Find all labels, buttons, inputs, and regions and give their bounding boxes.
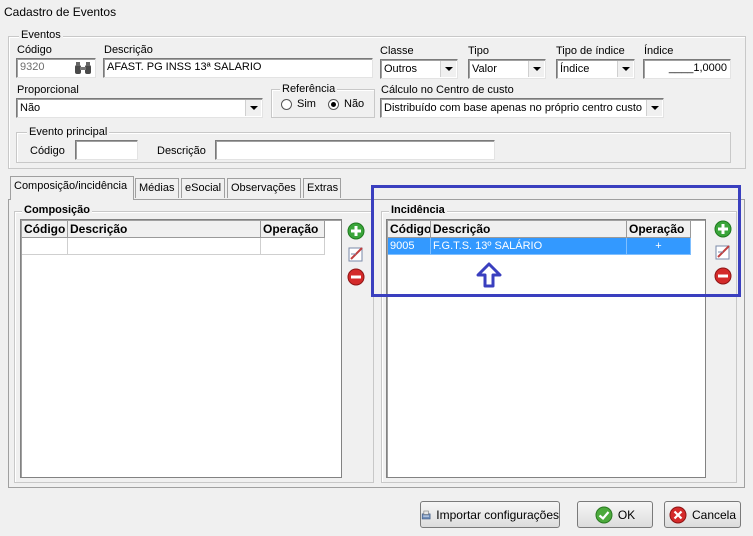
calculo-label: Cálculo no Centro de custo	[381, 84, 514, 96]
remove-icon	[347, 268, 365, 286]
incidencia-title: Incidência	[389, 204, 447, 216]
tipo-indice-value: Índice	[560, 63, 590, 75]
classe-label: Classe	[380, 45, 414, 57]
edit-icon	[348, 247, 363, 262]
tab-medias[interactable]: Médias	[135, 178, 179, 198]
chevron-down-icon	[528, 61, 544, 77]
tab-observacoes[interactable]: Observações	[227, 178, 301, 198]
tab-label: eSocial	[185, 182, 222, 194]
referencia-nao-label: Não	[344, 98, 365, 110]
tipo-indice-label: Tipo de índice	[556, 45, 625, 57]
tab-composicao-incidencia[interactable]: Composição/incidência	[10, 176, 134, 200]
add-incidencia-button[interactable]	[713, 219, 733, 239]
eventos-group-title: Eventos	[19, 29, 63, 41]
tab-label: Médias	[139, 182, 175, 194]
incidencia-grid[interactable]: Código Descrição Operação 9005 F.G.T.S. …	[386, 219, 706, 478]
incidencia-codigo-cell[interactable]: 9005	[388, 238, 431, 255]
cancela-label: Cancela	[691, 507, 737, 522]
chevron-down-icon	[245, 100, 261, 116]
ok-button[interactable]: OK	[577, 501, 653, 528]
column-header[interactable]: Descrição	[431, 221, 627, 238]
descricao-value: AFAST. PG INSS 13ª SALARIO	[107, 61, 262, 73]
remove-composicao-button[interactable]	[346, 267, 366, 287]
add-composicao-button[interactable]	[346, 221, 366, 241]
table-cell[interactable]	[68, 238, 261, 255]
check-icon	[595, 506, 613, 523]
indice-label: Índice	[644, 45, 674, 57]
classe-select[interactable]: Outros	[380, 59, 458, 79]
importar-configuracoes-button[interactable]: Importar configurações	[420, 501, 560, 528]
principal-codigo-label: Código	[30, 145, 65, 157]
composicao-grid[interactable]: Código Descrição Operação	[20, 219, 342, 478]
principal-codigo-input[interactable]	[75, 140, 138, 160]
referencia-label: Referência	[280, 83, 338, 95]
import-icon	[421, 510, 431, 519]
tab-label: Composição/incidência	[14, 180, 128, 192]
principal-descricao-label: Descrição	[157, 145, 206, 157]
column-header[interactable]: Operação	[627, 221, 691, 238]
table-cell[interactable]	[261, 238, 325, 255]
referencia-nao-radio[interactable]	[328, 99, 339, 110]
proporcional-select[interactable]: Não	[16, 98, 263, 118]
indice-value: ____1,0000	[668, 62, 727, 74]
add-icon	[347, 222, 365, 240]
cancela-button[interactable]: Cancela	[664, 501, 741, 528]
tipo-indice-select[interactable]: Índice	[556, 59, 635, 79]
chevron-down-icon	[646, 100, 662, 116]
tab-esocial[interactable]: eSocial	[181, 178, 225, 198]
proporcional-value: Não	[20, 102, 41, 114]
principal-descricao-input[interactable]	[215, 140, 495, 160]
tipo-value: Valor	[472, 63, 497, 75]
descricao-input[interactable]: AFAST. PG INSS 13ª SALARIO	[103, 58, 373, 78]
column-header[interactable]: Descrição	[68, 221, 261, 238]
tab-label: Extras	[307, 182, 339, 194]
column-header[interactable]: Operação	[261, 221, 325, 238]
classe-value: Outros	[384, 63, 418, 75]
descricao-label: Descrição	[104, 44, 153, 56]
indice-input[interactable]: ____1,0000	[643, 59, 731, 79]
tab-extras[interactable]: Extras	[303, 178, 341, 198]
chevron-down-icon	[440, 61, 456, 77]
ok-label: OK	[617, 507, 636, 522]
codigo-label: Código	[17, 44, 52, 56]
tab-label: Observações	[231, 182, 296, 194]
calculo-value: Distribuído com base apenas no próprio c…	[384, 102, 643, 114]
table-cell[interactable]	[22, 238, 68, 255]
incidencia-operacao-cell[interactable]: +	[627, 238, 691, 255]
column-header[interactable]: Código	[388, 221, 431, 238]
incidencia-descricao-cell[interactable]: F.G.T.S. 13º SALÁRIO	[431, 238, 627, 255]
add-icon	[714, 220, 732, 238]
edit-icon	[715, 245, 730, 260]
tipo-select[interactable]: Valor	[468, 59, 546, 79]
remove-incidencia-button[interactable]	[713, 266, 733, 286]
window-title: Cadastro de Eventos	[4, 5, 117, 19]
chevron-down-icon	[617, 61, 633, 77]
binoculars-icon[interactable]	[74, 61, 92, 75]
referencia-sim-radio[interactable]	[281, 99, 292, 110]
composicao-title: Composição	[22, 204, 93, 216]
proporcional-label: Proporcional	[17, 84, 79, 96]
arrow-up-icon	[476, 262, 502, 288]
cancel-icon	[669, 506, 687, 523]
codigo-value: 9320	[20, 61, 45, 73]
column-header[interactable]: Código	[22, 221, 68, 238]
importar-label: Importar configurações	[436, 507, 559, 522]
edit-incidencia-button[interactable]	[713, 242, 733, 262]
edit-composicao-button[interactable]	[346, 244, 366, 264]
referencia-sim-label: Sim	[297, 98, 316, 110]
remove-icon	[714, 267, 732, 285]
evento-principal-title: Evento principal	[27, 126, 110, 138]
tipo-label: Tipo	[468, 45, 489, 57]
calculo-select[interactable]: Distribuído com base apenas no próprio c…	[380, 98, 664, 118]
